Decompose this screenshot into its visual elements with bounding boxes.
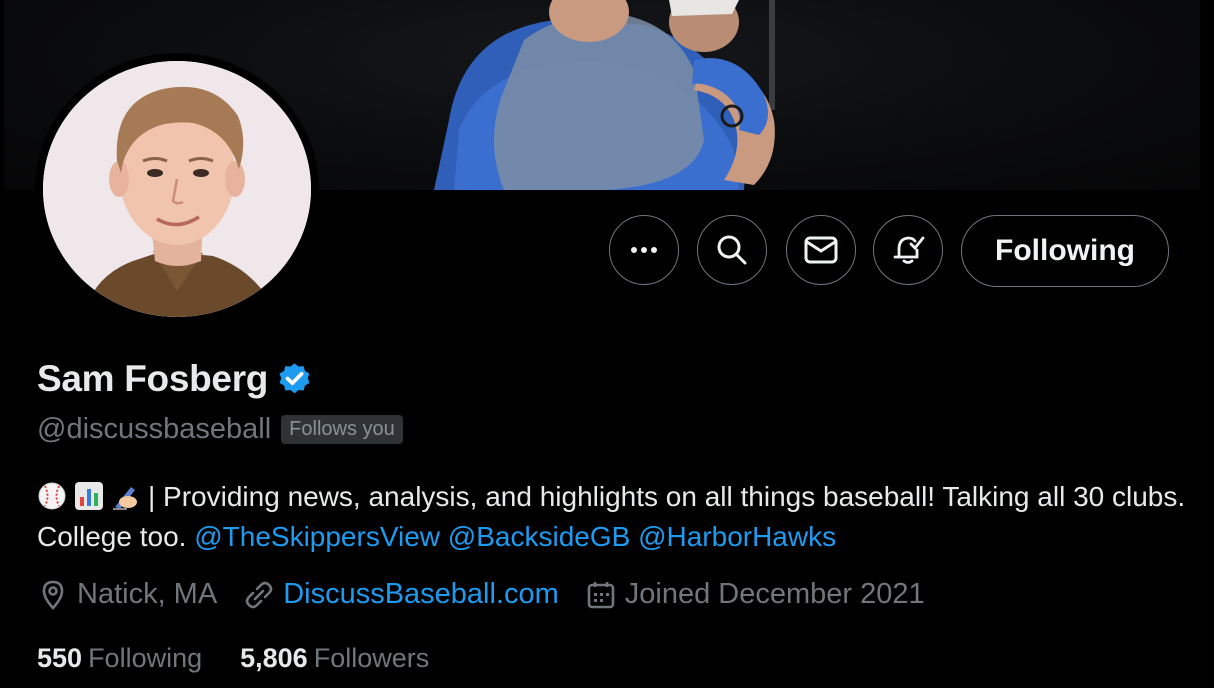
followers-count: 5,806 xyxy=(240,643,308,673)
more-button[interactable] xyxy=(609,215,679,285)
verified-badge-icon[interactable] xyxy=(276,361,313,398)
search-icon xyxy=(717,235,747,265)
website: DiscussBaseball.com xyxy=(243,578,559,611)
mention-link[interactable]: @BacksideGB xyxy=(448,521,631,552)
followers-stat[interactable]: 5,806 Followers xyxy=(240,643,429,674)
message-button[interactable] xyxy=(786,215,856,285)
following-button[interactable]: Following xyxy=(961,215,1169,287)
website-link[interactable]: DiscussBaseball.com xyxy=(283,578,559,611)
envelope-icon xyxy=(804,236,838,264)
profile-actions: Following xyxy=(0,215,1214,287)
bar-chart-icon xyxy=(75,482,103,510)
bell-check-icon xyxy=(893,236,925,264)
search-profile-button[interactable] xyxy=(697,215,767,285)
profile-name-row: Sam Fosberg xyxy=(37,358,313,400)
join-date: Joined December 2021 xyxy=(585,578,925,611)
username-handle: @discussbaseball xyxy=(37,413,272,445)
profile-bio: | Providing news, analysis, and highligh… xyxy=(37,477,1187,557)
mention-link[interactable]: @HarborHawks xyxy=(638,521,836,552)
calendar-icon xyxy=(587,581,615,608)
display-name: Sam Fosberg xyxy=(37,358,269,399)
location-pin-icon xyxy=(42,580,64,610)
follows-you-badge: Follows you xyxy=(281,415,403,444)
profile-meta: Natick, MA DiscussBaseball.com Joined De… xyxy=(37,578,951,611)
notifications-button[interactable] xyxy=(873,215,943,285)
location-text: Natick, MA xyxy=(77,578,218,610)
baseball-icon xyxy=(38,482,66,510)
follow-stats: 550 Following 5,806 Followers xyxy=(37,643,467,674)
more-horizontal-icon xyxy=(631,247,657,253)
following-count: 550 xyxy=(37,643,83,673)
location: Natick, MA xyxy=(37,578,217,611)
following-stat[interactable]: 550 Following xyxy=(37,643,202,674)
followers-label: Followers xyxy=(313,643,430,673)
mention-link[interactable]: @TheSkippersView xyxy=(194,521,440,552)
handle-row: @discussbaseball Follows you xyxy=(37,413,403,446)
writing-hand-icon xyxy=(113,487,137,510)
joined-text: Joined December 2021 xyxy=(624,578,925,610)
link-icon xyxy=(245,581,273,608)
following-label: Following xyxy=(88,643,203,673)
